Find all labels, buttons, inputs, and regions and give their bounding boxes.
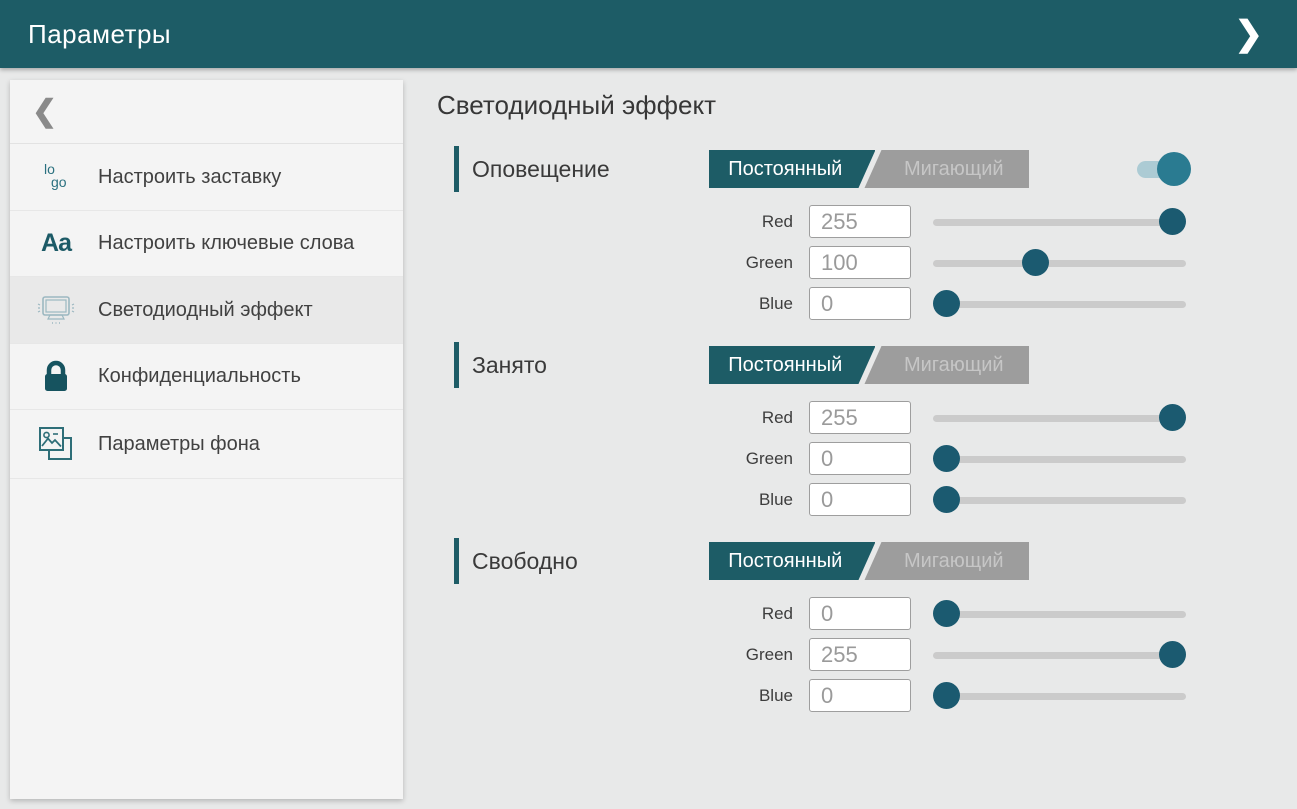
channel-row-blue: Blue	[693, 679, 1227, 712]
slider-track	[933, 652, 1186, 659]
monitor-icon	[34, 292, 78, 328]
blue-value-input[interactable]	[809, 679, 911, 712]
slider-track	[933, 260, 1186, 267]
slider-thumb[interactable]	[933, 682, 960, 709]
green-value-input[interactable]	[809, 442, 911, 475]
slider-track	[933, 611, 1186, 618]
red-slider[interactable]	[933, 599, 1186, 629]
sidebar-item-label: Конфиденциальность	[98, 363, 301, 390]
channel-label: Red	[693, 212, 793, 232]
red-slider[interactable]	[933, 403, 1186, 433]
led-effect-panel: Светодиодный эффект Оповещение Постоянны…	[437, 90, 1227, 733]
app-header: Параметры ❯	[0, 0, 1297, 68]
channel-label: Blue	[693, 490, 793, 510]
switch-knob	[1157, 152, 1191, 186]
section-title: Занято	[472, 352, 709, 379]
slider-track	[933, 219, 1186, 226]
mode-tab-group: Постоянный Мигающий	[709, 150, 1029, 188]
section-free: Свободно Постоянный Мигающий Red Green	[454, 537, 1227, 712]
slider-track	[933, 497, 1186, 504]
slider-track	[933, 693, 1186, 700]
channel-row-green: Green	[693, 442, 1227, 475]
slider-thumb[interactable]	[933, 445, 960, 472]
slider-track	[933, 456, 1186, 463]
blue-slider[interactable]	[933, 289, 1186, 319]
mode-tab-blinking[interactable]: Мигающий	[864, 542, 1029, 580]
mode-tab-group: Постоянный Мигающий	[709, 542, 1029, 580]
slider-thumb[interactable]	[933, 600, 960, 627]
mode-tab-solid[interactable]: Постоянный	[709, 150, 875, 188]
green-value-input[interactable]	[809, 638, 911, 671]
green-slider[interactable]	[933, 444, 1186, 474]
sidebar-item-splash-screen[interactable]: logo Настроить заставку	[10, 144, 403, 211]
green-slider[interactable]	[933, 640, 1186, 670]
slider-thumb[interactable]	[1159, 641, 1186, 668]
channel-row-red: Red	[693, 401, 1227, 434]
sidebar-item-label: Настроить ключевые слова	[98, 230, 354, 257]
sidebar-item-led-effect[interactable]: Светодиодный эффект	[10, 277, 403, 344]
section-title: Оповещение	[472, 156, 709, 183]
blue-value-input[interactable]	[809, 287, 911, 320]
logo-icon: logo	[34, 159, 78, 195]
page-title: Параметры	[28, 19, 171, 50]
slider-thumb[interactable]	[933, 290, 960, 317]
section-busy: Занято Постоянный Мигающий Red Green	[454, 341, 1227, 516]
channel-label: Green	[693, 645, 793, 665]
section-accent-bar	[454, 538, 459, 584]
section-title: Свободно	[472, 548, 709, 575]
channel-row-blue: Blue	[693, 483, 1227, 516]
lock-icon	[34, 360, 78, 394]
content-title: Светодиодный эффект	[437, 90, 1227, 121]
channel-row-green: Green	[693, 246, 1227, 279]
slider-thumb[interactable]	[1159, 208, 1186, 235]
sidebar-item-privacy[interactable]: Конфиденциальность	[10, 344, 403, 410]
mode-tab-solid[interactable]: Постоянный	[709, 346, 875, 384]
slider-track	[933, 301, 1186, 308]
mode-tab-solid[interactable]: Постоянный	[709, 542, 875, 580]
channel-row-green: Green	[693, 638, 1227, 671]
channel-row-red: Red	[693, 597, 1227, 630]
sidebar-item-label: Параметры фона	[98, 431, 260, 458]
channel-label: Blue	[693, 294, 793, 314]
channel-label: Green	[693, 253, 793, 273]
mode-tab-group: Постоянный Мигающий	[709, 346, 1029, 384]
red-value-input[interactable]	[809, 401, 911, 434]
mode-tab-blinking[interactable]: Мигающий	[864, 346, 1029, 384]
mode-tab-blinking[interactable]: Мигающий	[864, 150, 1029, 188]
sidebar-item-keywords[interactable]: Aa Настроить ключевые слова	[10, 211, 403, 277]
channel-label: Red	[693, 604, 793, 624]
blue-slider[interactable]	[933, 681, 1186, 711]
slider-track	[933, 415, 1186, 422]
section-accent-bar	[454, 146, 459, 192]
images-icon	[34, 425, 78, 463]
section-alert: Оповещение Постоянный Мигающий Red Green	[454, 145, 1227, 320]
green-slider[interactable]	[933, 248, 1186, 278]
section-accent-bar	[454, 342, 459, 388]
sidebar: ❮ logo Настроить заставку Aa Настроить к…	[10, 80, 403, 799]
sidebar-item-label: Настроить заставку	[98, 164, 281, 191]
led-toggle-switch[interactable]	[1137, 150, 1185, 188]
sidebar-item-label: Светодиодный эффект	[98, 297, 313, 324]
sidebar-item-background[interactable]: Параметры фона	[10, 410, 403, 479]
red-slider[interactable]	[933, 207, 1186, 237]
channel-label: Red	[693, 408, 793, 428]
blue-value-input[interactable]	[809, 483, 911, 516]
red-value-input[interactable]	[809, 597, 911, 630]
blue-slider[interactable]	[933, 485, 1186, 515]
channel-label: Green	[693, 449, 793, 469]
forward-chevron-icon[interactable]: ❯	[1229, 13, 1270, 55]
channel-row-red: Red	[693, 205, 1227, 238]
slider-thumb[interactable]	[933, 486, 960, 513]
slider-thumb[interactable]	[1159, 404, 1186, 431]
channel-row-blue: Blue	[693, 287, 1227, 320]
aa-icon: Aa	[34, 229, 78, 258]
slider-thumb[interactable]	[1022, 249, 1049, 276]
green-value-input[interactable]	[809, 246, 911, 279]
channel-label: Blue	[693, 686, 793, 706]
red-value-input[interactable]	[809, 205, 911, 238]
sidebar-back-button[interactable]: ❮	[10, 80, 403, 144]
back-chevron-icon: ❮	[32, 97, 57, 127]
